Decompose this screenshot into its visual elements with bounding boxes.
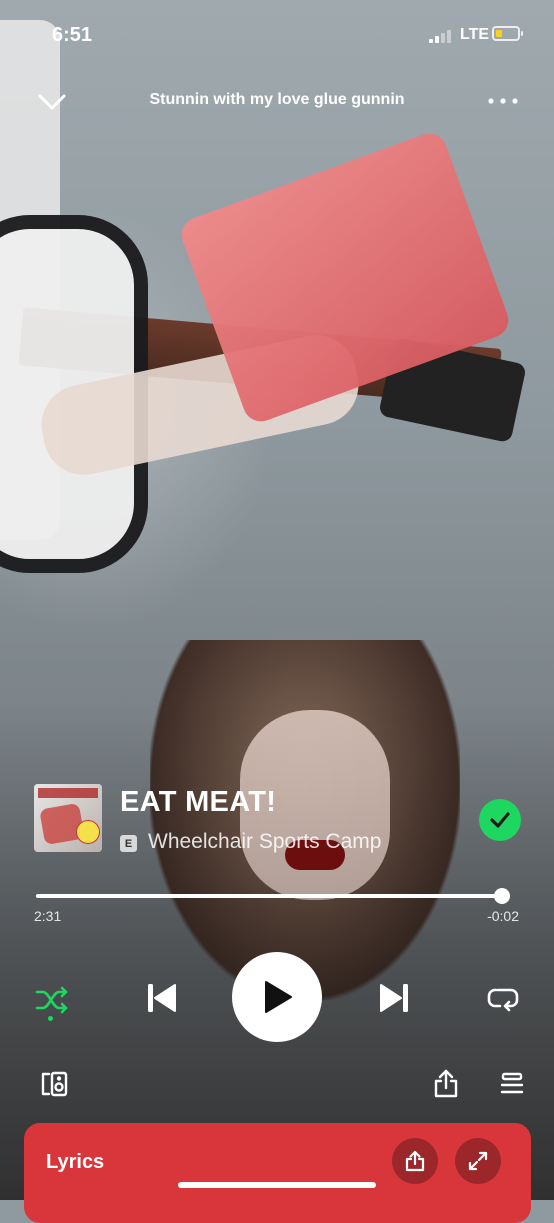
explicit-badge: E: [120, 835, 137, 852]
devices-icon: [41, 1071, 68, 1097]
lyrics-expand-button[interactable]: [455, 1138, 501, 1184]
chevron-down-icon: [38, 94, 66, 110]
home-indicator: [178, 1182, 376, 1188]
progress-thumb[interactable]: [493, 888, 510, 904]
play-icon: [265, 981, 292, 1013]
signal-icon: [429, 29, 455, 43]
connect-device-button[interactable]: [36, 1066, 72, 1102]
lyrics-card[interactable]: Lyrics: [24, 1123, 531, 1223]
skip-next-icon: [380, 984, 408, 1012]
lyrics-share-button[interactable]: [392, 1138, 438, 1184]
elapsed-time: 2:31: [34, 908, 62, 924]
check-icon: [490, 812, 510, 828]
lyrics-label: Lyrics: [46, 1151, 105, 1173]
previous-button[interactable]: [136, 973, 186, 1023]
remaining-time: -0:02: [487, 908, 519, 924]
progress-bar[interactable]: [36, 888, 510, 904]
more-options-button[interactable]: [480, 86, 526, 116]
queue-button[interactable]: [494, 1066, 530, 1102]
shuffle-icon: [35, 986, 68, 1014]
play-button[interactable]: [232, 952, 322, 1042]
battery-icon: [492, 26, 523, 41]
share-button[interactable]: [428, 1066, 464, 1102]
playlist-title: Stunnin with my love glue gunnin: [149, 91, 405, 108]
more-horizontal-icon: [488, 98, 518, 104]
track-title[interactable]: EAT MEAT!: [120, 786, 276, 819]
album-art[interactable]: [34, 784, 102, 852]
progress-fill: [36, 894, 502, 898]
network-type: LTE: [460, 26, 490, 43]
liked-button[interactable]: [479, 799, 521, 841]
shuffle-active-dot: [48, 1016, 53, 1021]
share-icon: [405, 1150, 425, 1172]
next-button[interactable]: [370, 973, 420, 1023]
queue-icon: [500, 1072, 524, 1094]
repeat-icon: [487, 988, 519, 1012]
repeat-button[interactable]: [480, 976, 526, 1022]
artist-name[interactable]: Wheelchair Sports Camp: [148, 830, 381, 854]
expand-icon: [468, 1151, 488, 1171]
skip-previous-icon: [148, 984, 176, 1012]
share-icon: [434, 1069, 458, 1098]
status-time: 6:51: [52, 24, 93, 46]
collapse-button[interactable]: [32, 84, 72, 120]
